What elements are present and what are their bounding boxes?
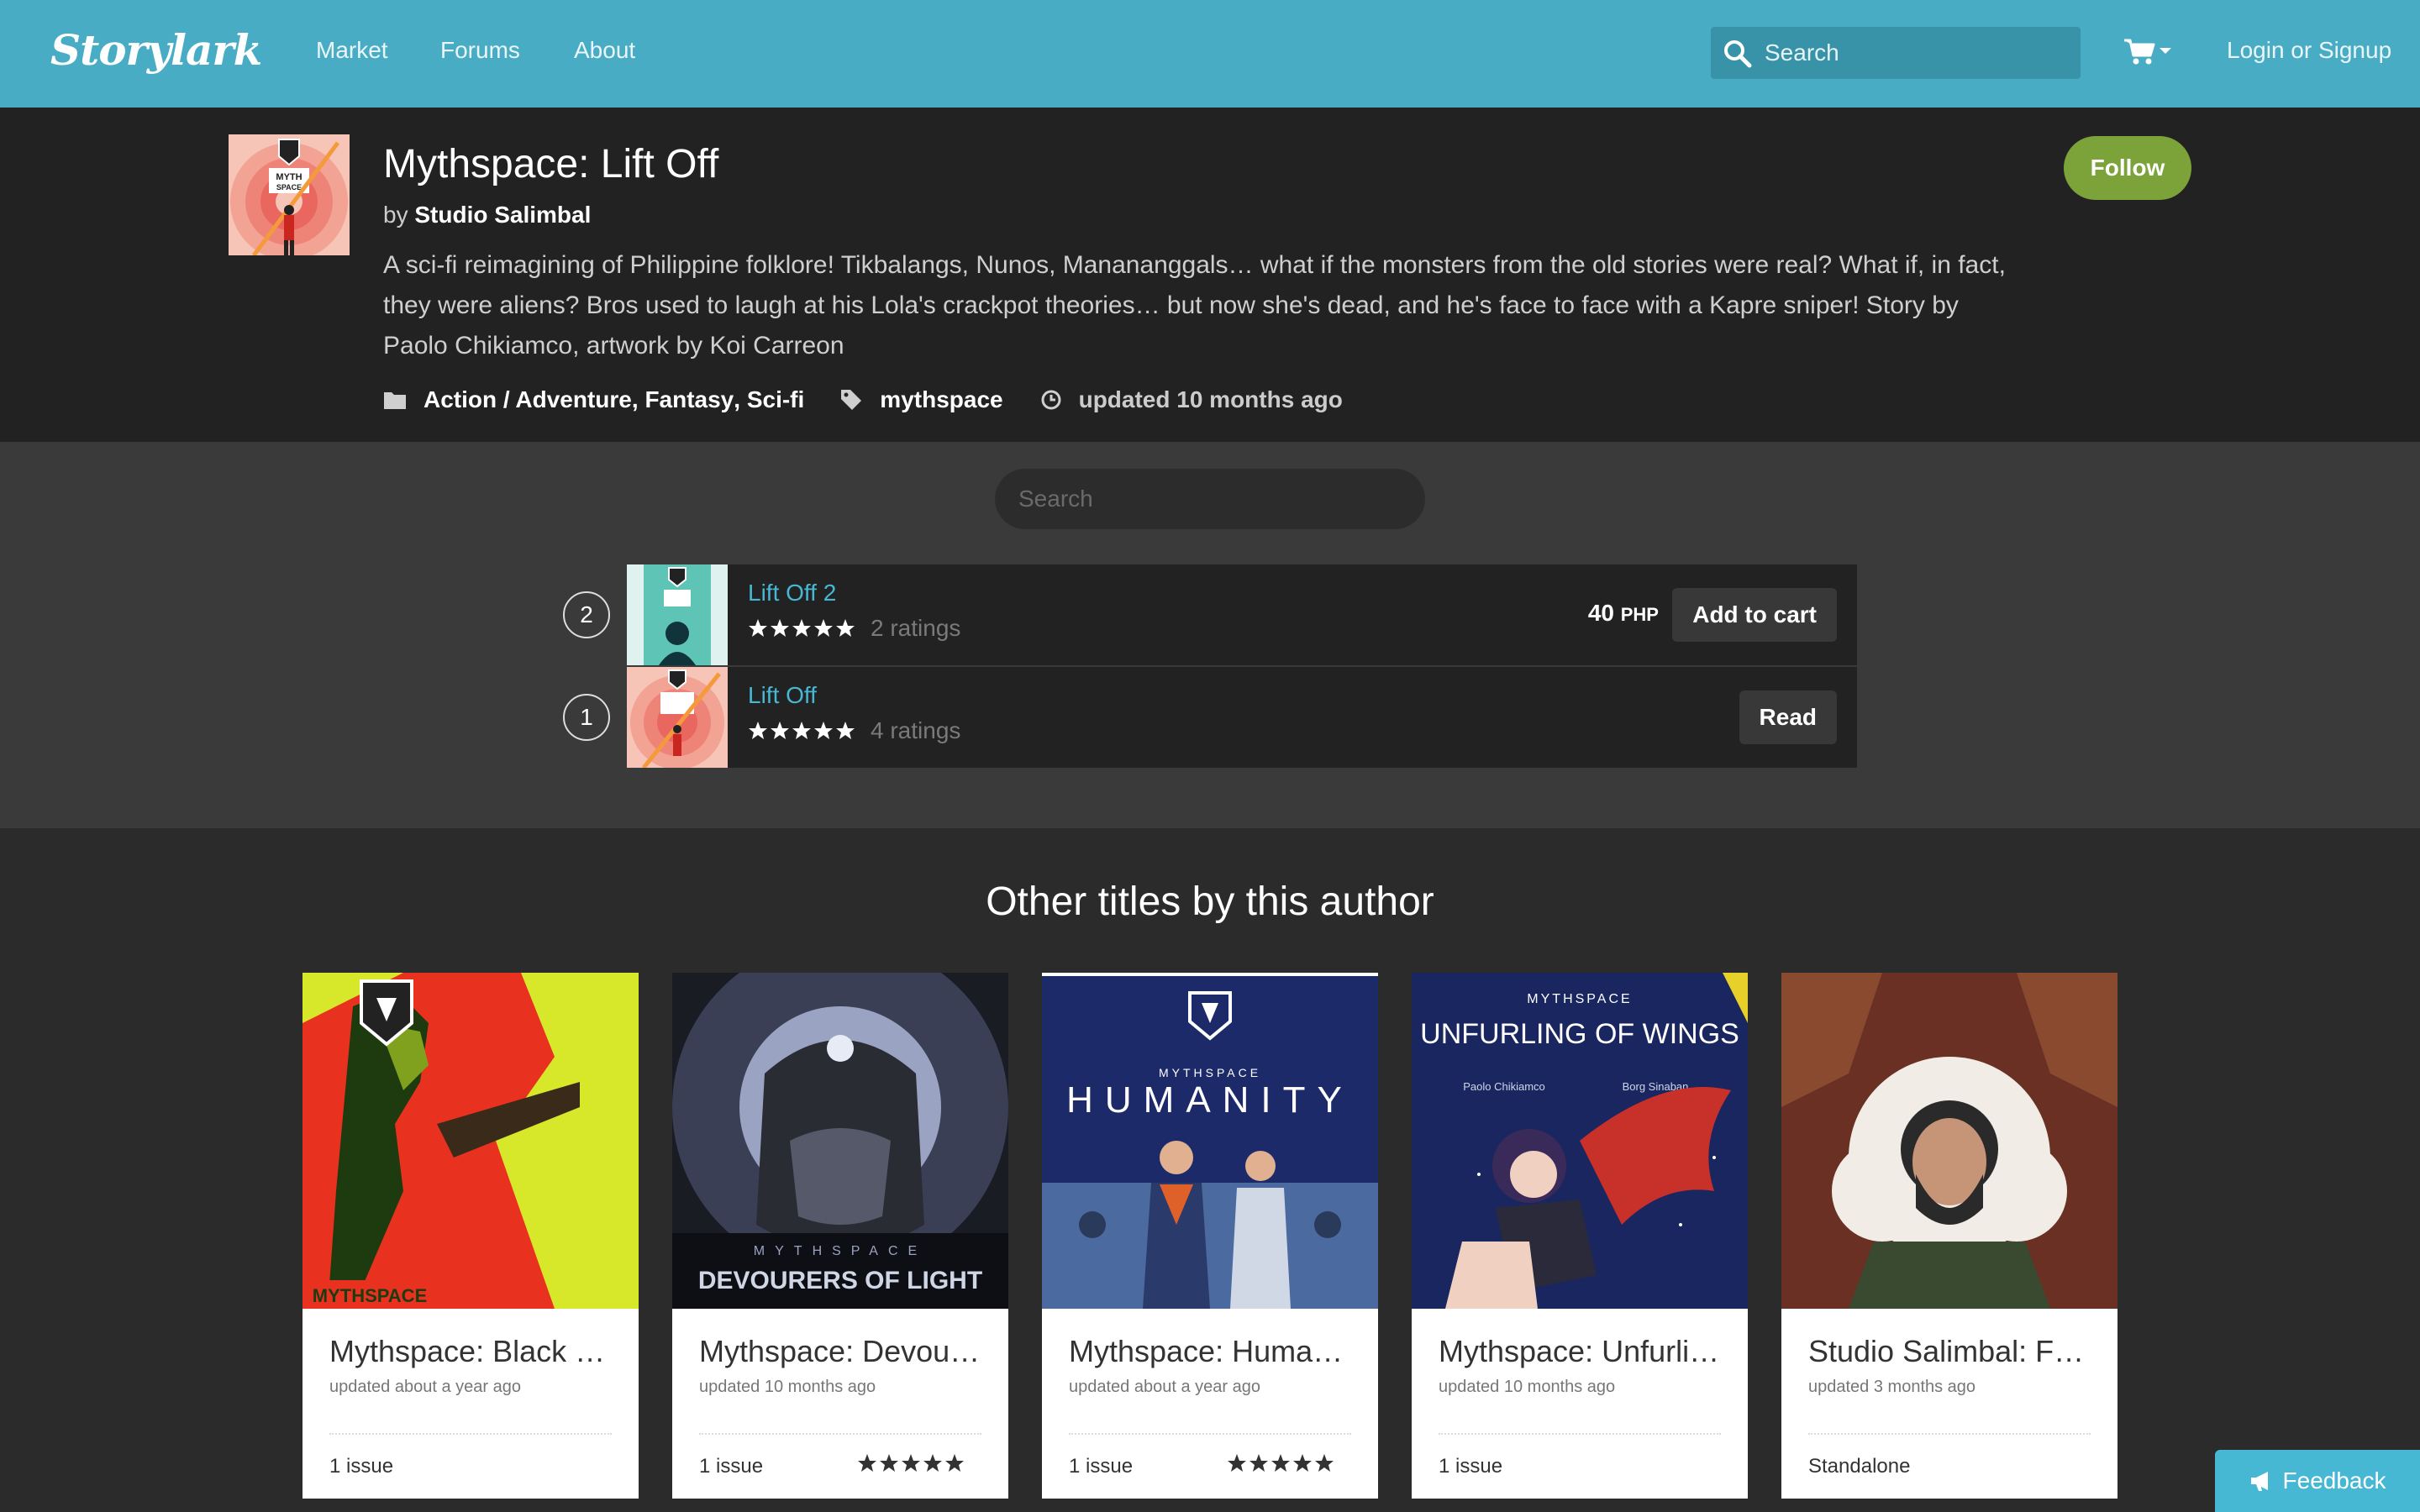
card-updated: updated 3 months ago	[1808, 1378, 1976, 1396]
chevron-down-icon	[2160, 48, 2171, 54]
series-cover-image[interactable]: MYTH SPACE	[229, 134, 350, 255]
issue-price: 40 PHP	[1588, 600, 1659, 627]
issue-cover-thumbnail[interactable]	[627, 667, 728, 768]
price-currency: PHP	[1620, 604, 1659, 625]
card-divider	[1069, 1433, 1351, 1435]
card-cover-image: MYTHSPACE HUMANITY	[1042, 973, 1378, 1309]
star-rating-icons	[749, 619, 855, 637]
card-title[interactable]: Mythspace: Human…	[1069, 1334, 1355, 1369]
star-rating-icons	[1228, 1454, 1334, 1472]
series-description: A sci-fi reimagining of Philippine folkl…	[383, 251, 2006, 360]
updated-time: updated 10 months ago	[1078, 386, 1343, 412]
search-icon	[1724, 40, 1752, 68]
title-card[interactable]: MYTHSPACE DEVOURERS OF LIGHT Mythspace: …	[672, 973, 1008, 1499]
nav-market[interactable]: Market	[316, 37, 388, 64]
add-to-cart-button[interactable]: Add to cart	[1672, 588, 1837, 642]
card-cover-image	[1781, 973, 2118, 1309]
series-header: MYTH SPACE Mythspace: Lift Off by Studio…	[0, 108, 2420, 442]
issue-rating: 2 ratings	[748, 615, 960, 642]
nav-forums[interactable]: Forums	[440, 37, 520, 64]
tag-icon	[841, 390, 862, 410]
price-amount: 40	[1587, 600, 1614, 626]
svg-text:MYTH: MYTH	[276, 172, 302, 182]
tag-mythspace[interactable]: mythspace	[880, 386, 1002, 413]
megaphone-icon	[2250, 1472, 2268, 1491]
card-issue-count: 1 issue	[1439, 1455, 1503, 1478]
author-link[interactable]: Studio Salimbal	[414, 202, 591, 228]
title-card[interactable]: MYTHSPACE Mythspace: Black m… updated ab…	[302, 973, 639, 1499]
issue-cover-thumbnail[interactable]	[627, 564, 728, 665]
card-divider	[329, 1433, 612, 1435]
card-updated: updated 10 months ago	[699, 1378, 876, 1396]
card-issue-count: 1 issue	[699, 1455, 764, 1478]
card-issue-count: Standalone	[1808, 1455, 1911, 1478]
card-divider	[1439, 1433, 1721, 1435]
read-button[interactable]: Read	[1739, 690, 1837, 744]
title-card[interactable]: Studio Salimbal: FC… updated 3 months ag…	[1781, 973, 2118, 1499]
navbar-search	[1711, 27, 2081, 79]
card-updated: updated about a year ago	[329, 1378, 521, 1396]
other-titles-heading: Other titles by this author	[986, 879, 1434, 924]
issue-ratings-count: 4 ratings	[871, 717, 961, 743]
issues-section: 2 Lift Off 2 2 ratings 40	[0, 442, 2420, 828]
card-updated: updated 10 months ago	[1439, 1378, 1616, 1396]
card-cover-image: MYTHSPACE	[302, 973, 639, 1309]
navbar: Storylark Market Forums About Login or S…	[0, 0, 2420, 108]
feedback-label: Feedback	[2282, 1467, 2386, 1494]
cover-lettering: MYTHSPACE	[1527, 992, 1632, 1006]
issue-row: 1 Lift Off 4 ratings Read	[563, 667, 1857, 768]
clock-icon	[1041, 390, 1061, 410]
issue-row: 2 Lift Off 2 2 ratings 40 PHP Add to car…	[563, 564, 1857, 665]
feedback-button[interactable]: Feedback	[2215, 1450, 2420, 1512]
issue-title-link[interactable]: Lift Off	[748, 682, 817, 709]
card-divider	[1808, 1433, 2091, 1435]
cart-dropdown[interactable]	[2123, 37, 2173, 71]
genre-sci-fi[interactable]: Sci-fi	[747, 386, 804, 413]
issue-number-badge: 2	[563, 591, 610, 638]
card-updated: updated about a year ago	[1069, 1378, 1260, 1396]
cover-lettering: Paolo Chikiamco	[1463, 1080, 1545, 1093]
card-issue-count: 1 issue	[1069, 1455, 1134, 1478]
cover-lettering: MYTHSPACE	[1159, 1066, 1261, 1079]
follow-button[interactable]: Follow	[2064, 136, 2191, 200]
card-title[interactable]: Studio Salimbal: FC…	[1808, 1334, 2094, 1369]
card-title[interactable]: Mythspace: Unfurli…	[1439, 1334, 1724, 1369]
navbar-search-input[interactable]	[1765, 27, 2067, 79]
card-title[interactable]: Mythspace: Devour…	[699, 1334, 985, 1369]
storylark-logo[interactable]: Storylark	[50, 25, 262, 75]
card-cover-image: MYTHSPACE DEVOURERS OF LIGHT	[672, 973, 1008, 1309]
issue-ratings-count: 2 ratings	[871, 615, 961, 641]
svg-text:SPACE: SPACE	[276, 183, 302, 192]
issue-search-input[interactable]	[995, 469, 1425, 529]
cover-lettering: HUMANITY	[1066, 1079, 1354, 1121]
folder-icon	[384, 392, 406, 409]
genre-fantasy[interactable]: Fantasy	[644, 386, 734, 413]
series-meta: Action / Adventure, Fantasy, Sci-fi myth…	[383, 385, 1343, 415]
cover-lettering: MYTHSPACE	[313, 1285, 428, 1306]
nav-about[interactable]: About	[574, 37, 635, 64]
cart-icon	[2124, 39, 2171, 65]
series-byline: by Studio Salimbal	[383, 202, 591, 228]
card-cover-image: MYTHSPACE UNFURLING OF WINGS Paolo Chiki…	[1412, 973, 1748, 1309]
card-issue-count: 1 issue	[329, 1455, 394, 1478]
cover-lettering: MYTHSPACE	[754, 1244, 927, 1258]
issue-title-link[interactable]: Lift Off 2	[748, 580, 836, 606]
star-rating-icons	[749, 722, 855, 739]
cover-lettering: DEVOURERS OF LIGHT	[698, 1267, 982, 1294]
title-card[interactable]: MYTHSPACE HUMANITY Mythspace: Human… upd…	[1042, 973, 1378, 1499]
star-rating-icons	[858, 1454, 964, 1472]
cover-lettering: UNFURLING OF WINGS	[1420, 1018, 1739, 1050]
series-title: Mythspace: Lift Off	[383, 142, 719, 186]
card-title[interactable]: Mythspace: Black m…	[329, 1334, 615, 1369]
by-label: by	[383, 202, 408, 228]
issue-number-badge: 1	[563, 694, 610, 741]
issue-rating: 4 ratings	[748, 717, 960, 744]
genre-action-adventure[interactable]: Action / Adventure	[424, 386, 632, 413]
login-signup-link[interactable]: Login or Signup	[2227, 37, 2391, 64]
title-card[interactable]: MYTHSPACE UNFURLING OF WINGS Paolo Chiki…	[1412, 973, 1748, 1499]
card-divider	[699, 1433, 981, 1435]
